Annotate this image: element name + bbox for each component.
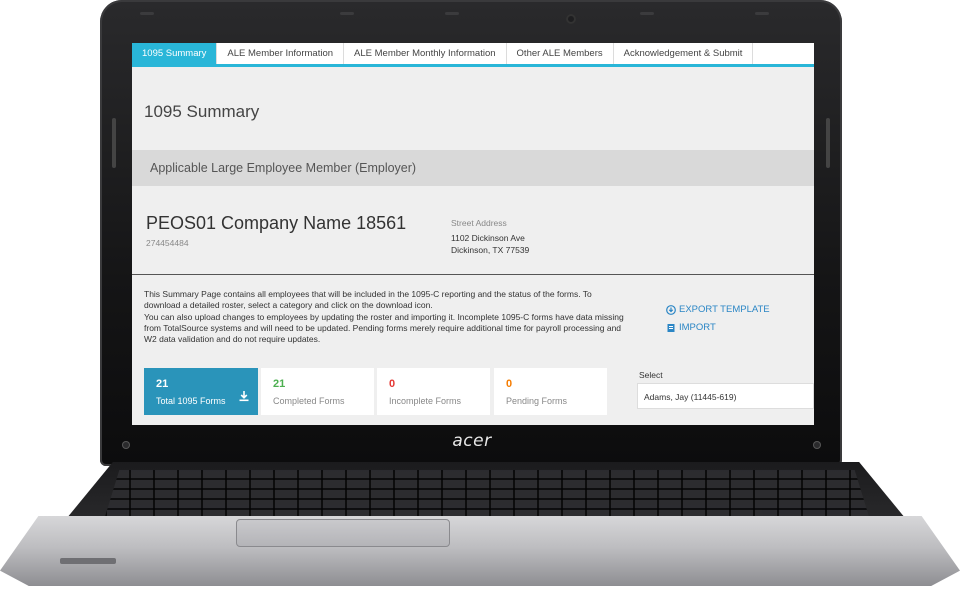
side-port [60, 558, 116, 564]
employee-select-label: Select [639, 370, 663, 380]
company-id: 274454484 [146, 238, 189, 248]
employee-select[interactable]: Adams, Jay (11445-619) [637, 383, 814, 409]
tab-bar: 1095 Summary ALE Member Information ALE … [132, 43, 814, 67]
touchpad [236, 519, 450, 547]
section-header: Applicable Large Employee Member (Employ… [132, 150, 814, 186]
stat-value: 0 [506, 378, 513, 390]
stat-label: Completed Forms [273, 396, 345, 406]
export-template-label: EXPORT TEMPLATE [679, 304, 770, 315]
stat-card-total-forms[interactable]: 21 Total 1095 Forms [144, 368, 258, 415]
stat-label: Total 1095 Forms [156, 396, 226, 406]
status-led-icon [813, 441, 821, 449]
tab-1095-summary[interactable]: 1095 Summary [132, 43, 218, 64]
page-title: 1095 Summary [144, 102, 260, 121]
brand-logo: acer [452, 431, 492, 451]
bezel-detail [340, 12, 354, 15]
laptop-base [0, 516, 960, 586]
import-label: IMPORT [679, 322, 716, 333]
screen: 1095 Summary ALE Member Information ALE … [132, 43, 814, 425]
stat-value: 0 [389, 378, 396, 390]
address-line-1: 1102 Dickinson Ave [451, 233, 525, 243]
stat-card-incomplete-forms[interactable]: 0 Incomplete Forms [377, 368, 490, 415]
stat-label: Incomplete Forms [389, 396, 462, 406]
keyboard [104, 470, 870, 520]
bezel-detail [826, 118, 830, 168]
stat-card-pending-forms[interactable]: 0 Pending Forms [494, 368, 607, 415]
download-icon[interactable] [238, 390, 250, 402]
address-label: Street Address [451, 218, 507, 228]
tab-ale-member-monthly-information[interactable]: ALE Member Monthly Information [344, 43, 507, 64]
bezel-detail [445, 12, 459, 15]
tab-ale-member-information[interactable]: ALE Member Information [217, 43, 345, 64]
bezel-detail [640, 12, 654, 15]
address-line-2: Dickinson, TX 77539 [451, 245, 530, 255]
file-import-icon [667, 323, 675, 332]
instructions-paragraph: This Summary Page contains all employees… [144, 289, 592, 311]
instructions-paragraph: You can also upload changes to employees… [144, 311, 624, 345]
download-circle-icon [666, 304, 676, 315]
power-led-icon [122, 441, 130, 449]
stat-card-completed-forms[interactable]: 21 Completed Forms [261, 368, 374, 415]
bezel-detail [755, 12, 769, 15]
stat-label: Pending Forms [506, 396, 568, 406]
export-template-link[interactable]: EXPORT TEMPLATE [666, 304, 770, 315]
webcam-icon [566, 14, 576, 24]
divider [132, 274, 814, 275]
company-name: PEOS01 Company Name 18561 [146, 213, 407, 233]
tab-acknowledgement-submit[interactable]: Acknowledgement & Submit [614, 43, 754, 64]
import-link[interactable]: IMPORT [666, 322, 716, 333]
stat-value: 21 [156, 378, 169, 390]
stat-value: 21 [273, 378, 286, 390]
summary-instructions: This Summary Page contains all employees… [144, 289, 624, 345]
bezel-detail [112, 118, 116, 168]
tab-other-ale-members[interactable]: Other ALE Members [507, 43, 614, 64]
bezel-detail [140, 12, 154, 15]
